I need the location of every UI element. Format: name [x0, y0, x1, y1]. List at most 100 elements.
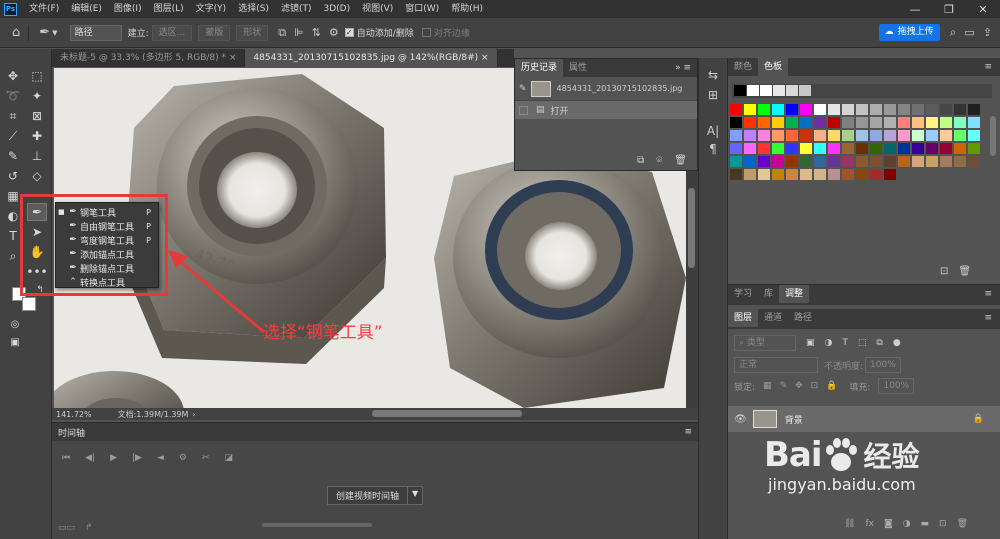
swatches-scroll-thumb[interactable]	[990, 116, 996, 156]
hand-tool-icon[interactable]: ✋	[27, 243, 47, 261]
close-icon[interactable]: ×	[229, 53, 237, 63]
lock-position-icon[interactable]: ✥	[795, 381, 803, 391]
step-checkbox-icon[interactable]	[519, 105, 528, 115]
color-swatch[interactable]	[912, 130, 924, 141]
history-panel-icon[interactable]: ⇆	[699, 68, 727, 82]
color-swatch[interactable]	[772, 117, 784, 128]
color-swatch[interactable]	[842, 169, 854, 180]
color-swatch[interactable]	[968, 156, 980, 167]
menu-file[interactable]: 文件(F)	[23, 0, 65, 18]
make-shape-button[interactable]: 形状	[236, 24, 269, 41]
frame-tool-icon[interactable]: ⊠	[27, 107, 47, 125]
zoom-level[interactable]: 141.72%	[56, 410, 92, 419]
trash-icon[interactable]: 🗑	[958, 266, 971, 277]
panel-menu-icon[interactable]: » ≡	[675, 59, 691, 77]
menu-edit[interactable]: 编辑(E)	[65, 0, 108, 18]
workspace-icon[interactable]: ▭	[964, 26, 974, 39]
color-swatch[interactable]	[744, 104, 756, 115]
chevron-right-icon[interactable]: ›	[192, 410, 195, 419]
color-swatch[interactable]	[926, 156, 938, 167]
menu-layer[interactable]: 图层(L)	[148, 0, 190, 18]
color-swatch[interactable]	[884, 156, 896, 167]
menu-help[interactable]: 帮助(H)	[445, 0, 489, 18]
color-swatch[interactable]	[786, 169, 798, 180]
tab-nut-photo[interactable]: 4854331_20130715102835.jpg @ 142%(RGB/8#…	[245, 49, 498, 67]
color-swatch[interactable]	[800, 156, 812, 167]
color-swatch[interactable]	[730, 169, 742, 180]
color-swatch[interactable]	[940, 104, 952, 115]
color-swatch[interactable]	[954, 156, 966, 167]
color-swatch[interactable]	[730, 104, 742, 115]
background-color-swatch[interactable]	[22, 297, 36, 311]
move-tool-icon[interactable]: ✥	[3, 67, 23, 85]
color-swatch[interactable]	[898, 156, 910, 167]
color-swatch[interactable]	[814, 104, 826, 115]
color-swatch[interactable]	[884, 143, 896, 154]
color-swatch[interactable]	[744, 143, 756, 154]
filter-adjust-icon[interactable]: ◑	[825, 338, 833, 348]
color-swatch[interactable]	[814, 117, 826, 128]
gear-icon[interactable]: ⚙	[329, 26, 339, 39]
horizontal-scroll-thumb[interactable]	[372, 410, 522, 417]
menu-window[interactable]: 窗口(W)	[399, 0, 445, 18]
opacity-input[interactable]: 100%	[865, 357, 902, 373]
color-swatch[interactable]	[828, 104, 840, 115]
color-swatch[interactable]	[800, 117, 812, 128]
color-swatch[interactable]	[954, 143, 966, 154]
recent-swatch[interactable]	[747, 85, 759, 96]
stamp-tool-icon[interactable]: ⊥	[27, 147, 47, 165]
recent-swatch[interactable]	[760, 85, 772, 96]
color-swatch[interactable]	[744, 169, 756, 180]
tab-adjustments[interactable]: 调整	[779, 285, 810, 303]
color-swatch[interactable]	[814, 169, 826, 180]
color-swatch[interactable]	[898, 143, 910, 154]
filter-pixel-icon[interactable]: ▣	[806, 338, 815, 348]
flyout-freeform-pen-tool[interactable]: ✒ 自由钢笔工具 P	[56, 219, 158, 233]
color-swatch[interactable]	[800, 143, 812, 154]
color-swatch[interactable]	[800, 130, 812, 141]
flyout-delete-anchor-tool[interactable]: ✒ 删除锚点工具	[56, 261, 158, 275]
upload-button[interactable]: ☁ 拖拽上传	[878, 24, 940, 41]
character-panel-icon[interactable]: A|	[699, 124, 727, 138]
history-snapshot-row[interactable]: ✎ 4854331_20130715102835.jpg	[515, 77, 697, 101]
pen-tool-preset-icon[interactable]: ✒	[39, 25, 50, 40]
color-swatch[interactable]	[842, 130, 854, 141]
color-swatch[interactable]	[842, 117, 854, 128]
minimize-button[interactable]: —	[898, 3, 932, 16]
trash-icon[interactable]: 🗑	[957, 519, 968, 529]
fx-icon[interactable]: fx	[865, 519, 874, 529]
color-swatch[interactable]	[856, 117, 868, 128]
color-swatch[interactable]	[954, 104, 966, 115]
tab-libraries[interactable]: 库	[758, 285, 779, 303]
recent-swatch[interactable]	[773, 85, 785, 96]
layer-row-background[interactable]: 👁 背景 🔒	[728, 406, 1000, 432]
link-layers-icon[interactable]: ⛓	[844, 519, 855, 529]
color-swatch[interactable]	[926, 117, 938, 128]
new-group-icon[interactable]: ▬	[921, 519, 930, 529]
dodge-tool-icon[interactable]: ◐	[3, 207, 23, 225]
scissors-icon[interactable]: ✂	[202, 453, 210, 463]
flyout-curvature-pen-tool[interactable]: ✒ 弯度钢笔工具 P	[56, 233, 158, 247]
color-swatch[interactable]	[772, 143, 784, 154]
color-swatch[interactable]	[744, 130, 756, 141]
make-selection-button[interactable]: 选区...	[151, 24, 193, 41]
color-swatch[interactable]	[828, 156, 840, 167]
color-swatch[interactable]	[870, 130, 882, 141]
color-swatch[interactable]	[968, 130, 980, 141]
tab-channels[interactable]: 通道	[758, 309, 788, 327]
tab-properties[interactable]: 属性	[563, 59, 593, 77]
color-swatch[interactable]	[870, 104, 882, 115]
tab-color[interactable]: 颜色	[728, 58, 758, 76]
pen-tool-icon[interactable]: ✒	[27, 203, 47, 221]
zoom-tool-icon[interactable]: ⌕	[3, 247, 23, 265]
color-swatch[interactable]	[814, 156, 826, 167]
color-swatch[interactable]	[884, 117, 896, 128]
menu-select[interactable]: 选择(S)	[232, 0, 275, 18]
color-swatch[interactable]	[856, 143, 868, 154]
close-icon[interactable]: ×	[481, 53, 489, 63]
crop-tool-icon[interactable]: ⌗	[3, 107, 23, 125]
color-swatch[interactable]	[940, 143, 952, 154]
filter-toggle-icon[interactable]: ●	[893, 338, 901, 348]
color-swatch[interactable]	[828, 130, 840, 141]
menu-image[interactable]: 图像(I)	[108, 0, 148, 18]
